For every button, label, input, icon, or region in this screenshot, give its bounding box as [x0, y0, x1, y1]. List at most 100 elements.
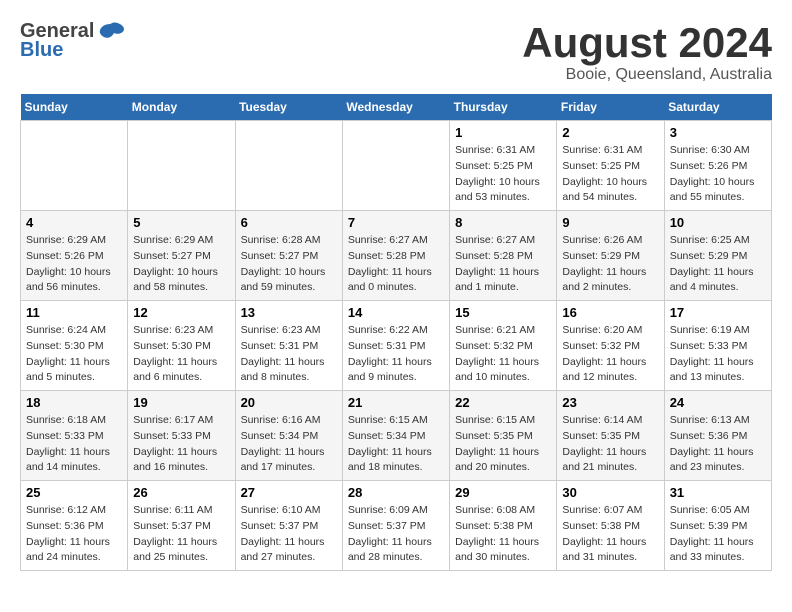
- calendar-cell: 23Sunrise: 6:14 AMSunset: 5:35 PMDayligh…: [557, 391, 664, 481]
- column-header-friday: Friday: [557, 94, 664, 121]
- column-header-monday: Monday: [128, 94, 235, 121]
- day-number: 19: [133, 395, 229, 410]
- day-info: Sunrise: 6:28 AMSunset: 5:27 PMDaylight:…: [241, 233, 337, 296]
- day-info: Sunrise: 6:12 AMSunset: 5:36 PMDaylight:…: [26, 503, 122, 566]
- calendar-cell: 24Sunrise: 6:13 AMSunset: 5:36 PMDayligh…: [664, 391, 771, 481]
- day-number: 25: [26, 485, 122, 500]
- calendar-cell: 5 Sunrise: 6:29 AMSunset: 5:27 PMDaylight…: [128, 211, 235, 301]
- calendar-cell: 2 Sunrise: 6:31 AMSunset: 5:25 PMDaylight…: [557, 121, 664, 211]
- logo-blue-text: Blue: [20, 39, 63, 62]
- day-number: 22: [455, 395, 551, 410]
- day-info: Sunrise: 6:29 AMSunset: 5:26 PMDaylight:…: [26, 233, 122, 296]
- calendar-cell: [342, 121, 449, 211]
- day-number: 2: [562, 125, 658, 140]
- calendar-cell: 17Sunrise: 6:19 AMSunset: 5:33 PMDayligh…: [664, 301, 771, 391]
- calendar-week-2: 4 Sunrise: 6:29 AMSunset: 5:26 PMDaylight…: [21, 211, 772, 301]
- day-info: Sunrise: 6:18 AMSunset: 5:33 PMDaylight:…: [26, 413, 122, 476]
- day-info: Sunrise: 6:23 AMSunset: 5:30 PMDaylight:…: [133, 323, 229, 386]
- calendar-cell: [128, 121, 235, 211]
- calendar-cell: 14Sunrise: 6:22 AMSunset: 5:31 PMDayligh…: [342, 301, 449, 391]
- calendar-cell: 21Sunrise: 6:15 AMSunset: 5:34 PMDayligh…: [342, 391, 449, 481]
- day-number: 7: [348, 215, 444, 230]
- calendar-week-1: 1 Sunrise: 6:31 AMSunset: 5:25 PMDaylight…: [21, 121, 772, 211]
- day-number: 4: [26, 215, 122, 230]
- column-header-sunday: Sunday: [21, 94, 128, 121]
- page-header: General Blue August 2024 Booie, Queensla…: [20, 20, 772, 84]
- day-number: 14: [348, 305, 444, 320]
- day-number: 23: [562, 395, 658, 410]
- calendar-cell: 15 Sunrise: 6:21 AMSunset: 5:32 PMDayligh…: [450, 301, 557, 391]
- day-info: Sunrise: 6:13 AMSunset: 5:36 PMDaylight:…: [670, 413, 766, 476]
- day-info: Sunrise: 6:21 AMSunset: 5:32 PMDaylight:…: [455, 323, 551, 386]
- day-number: 29: [455, 485, 551, 500]
- calendar-cell: 11 Sunrise: 6:24 AMSunset: 5:30 PMDayligh…: [21, 301, 128, 391]
- day-number: 10: [670, 215, 766, 230]
- calendar-cell: 20 Sunrise: 6:16 AMSunset: 5:34 PMDayligh…: [235, 391, 342, 481]
- calendar-cell: 7 Sunrise: 6:27 AMSunset: 5:28 PMDaylight…: [342, 211, 449, 301]
- calendar-cell: 22 Sunrise: 6:15 AMSunset: 5:35 PMDayligh…: [450, 391, 557, 481]
- location-text: Booie, Queensland, Australia: [522, 66, 772, 84]
- day-info: Sunrise: 6:07 AMSunset: 5:38 PMDaylight:…: [562, 503, 658, 566]
- day-info: Sunrise: 6:27 AMSunset: 5:28 PMDaylight:…: [348, 233, 444, 296]
- day-number: 27: [241, 485, 337, 500]
- day-number: 8: [455, 215, 551, 230]
- calendar-cell: 26Sunrise: 6:11 AMSunset: 5:37 PMDayligh…: [128, 481, 235, 571]
- day-info: Sunrise: 6:31 AMSunset: 5:25 PMDaylight:…: [562, 143, 658, 206]
- day-number: 21: [348, 395, 444, 410]
- day-number: 15: [455, 305, 551, 320]
- calendar-cell: 3Sunrise: 6:30 AMSunset: 5:26 PMDaylight…: [664, 121, 771, 211]
- day-number: 30: [562, 485, 658, 500]
- day-number: 1: [455, 125, 551, 140]
- day-number: 13: [241, 305, 337, 320]
- day-info: Sunrise: 6:08 AMSunset: 5:38 PMDaylight:…: [455, 503, 551, 566]
- calendar-week-4: 18 Sunrise: 6:18 AMSunset: 5:33 PMDayligh…: [21, 391, 772, 481]
- day-info: Sunrise: 6:11 AMSunset: 5:37 PMDaylight:…: [133, 503, 229, 566]
- day-info: Sunrise: 6:24 AMSunset: 5:30 PMDaylight:…: [26, 323, 122, 386]
- title-block: August 2024 Booie, Queensland, Australia: [522, 20, 772, 84]
- calendar-cell: 25 Sunrise: 6:12 AMSunset: 5:36 PMDayligh…: [21, 481, 128, 571]
- calendar-cell: 12 Sunrise: 6:23 AMSunset: 5:30 PMDayligh…: [128, 301, 235, 391]
- calendar-cell: 8 Sunrise: 6:27 AMSunset: 5:28 PMDaylight…: [450, 211, 557, 301]
- calendar-week-5: 25 Sunrise: 6:12 AMSunset: 5:36 PMDayligh…: [21, 481, 772, 571]
- day-number: 31: [670, 485, 766, 500]
- day-info: Sunrise: 6:25 AMSunset: 5:29 PMDaylight:…: [670, 233, 766, 296]
- day-info: Sunrise: 6:15 AMSunset: 5:35 PMDaylight:…: [455, 413, 551, 476]
- calendar-cell: 4 Sunrise: 6:29 AMSunset: 5:26 PMDaylight…: [21, 211, 128, 301]
- day-number: 9: [562, 215, 658, 230]
- calendar-cell: 30 Sunrise: 6:07 AMSunset: 5:38 PMDayligh…: [557, 481, 664, 571]
- calendar-week-3: 11 Sunrise: 6:24 AMSunset: 5:30 PMDayligh…: [21, 301, 772, 391]
- day-number: 28: [348, 485, 444, 500]
- day-number: 12: [133, 305, 229, 320]
- column-header-wednesday: Wednesday: [342, 94, 449, 121]
- day-number: 20: [241, 395, 337, 410]
- day-info: Sunrise: 6:10 AMSunset: 5:37 PMDaylight:…: [241, 503, 337, 566]
- logo: General Blue: [20, 20, 126, 62]
- calendar-cell: 6 Sunrise: 6:28 AMSunset: 5:27 PMDaylight…: [235, 211, 342, 301]
- calendar-cell: 10 Sunrise: 6:25 AMSunset: 5:29 PMDayligh…: [664, 211, 771, 301]
- day-number: 6: [241, 215, 337, 230]
- calendar-cell: 27 Sunrise: 6:10 AMSunset: 5:37 PMDayligh…: [235, 481, 342, 571]
- calendar-cell: 29 Sunrise: 6:08 AMSunset: 5:38 PMDayligh…: [450, 481, 557, 571]
- calendar-cell: 13 Sunrise: 6:23 AMSunset: 5:31 PMDayligh…: [235, 301, 342, 391]
- column-header-tuesday: Tuesday: [235, 94, 342, 121]
- day-info: Sunrise: 6:19 AMSunset: 5:33 PMDaylight:…: [670, 323, 766, 386]
- calendar-cell: [235, 121, 342, 211]
- column-header-thursday: Thursday: [450, 94, 557, 121]
- day-info: Sunrise: 6:29 AMSunset: 5:27 PMDaylight:…: [133, 233, 229, 296]
- day-info: Sunrise: 6:16 AMSunset: 5:34 PMDaylight:…: [241, 413, 337, 476]
- day-number: 18: [26, 395, 122, 410]
- day-number: 11: [26, 305, 122, 320]
- day-number: 5: [133, 215, 229, 230]
- day-info: Sunrise: 6:26 AMSunset: 5:29 PMDaylight:…: [562, 233, 658, 296]
- day-number: 3: [670, 125, 766, 140]
- day-info: Sunrise: 6:31 AMSunset: 5:25 PMDaylight:…: [455, 143, 551, 206]
- day-number: 16: [562, 305, 658, 320]
- page-container: General Blue August 2024 Booie, Queensla…: [0, 0, 792, 581]
- calendar-cell: [21, 121, 128, 211]
- day-info: Sunrise: 6:17 AMSunset: 5:33 PMDaylight:…: [133, 413, 229, 476]
- logo-bird-icon: [98, 21, 126, 43]
- day-info: Sunrise: 6:23 AMSunset: 5:31 PMDaylight:…: [241, 323, 337, 386]
- calendar-cell: 28Sunrise: 6:09 AMSunset: 5:37 PMDayligh…: [342, 481, 449, 571]
- day-info: Sunrise: 6:27 AMSunset: 5:28 PMDaylight:…: [455, 233, 551, 296]
- calendar-header-row: SundayMondayTuesdayWednesdayThursdayFrid…: [21, 94, 772, 121]
